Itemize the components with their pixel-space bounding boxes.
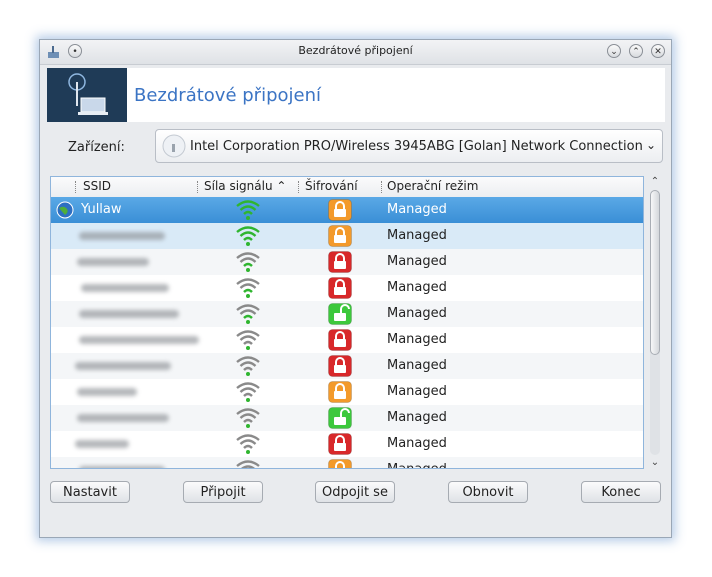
mode-cell: Managed bbox=[387, 358, 447, 373]
lock-icon bbox=[328, 225, 352, 251]
mode-cell: Managed bbox=[387, 306, 447, 321]
header-banner: Bezdrátové připojení bbox=[47, 68, 665, 122]
signal-strength-icon bbox=[235, 329, 261, 355]
table-scrollbar[interactable]: ⌃ ⌄ bbox=[649, 176, 661, 469]
signal-strength-icon bbox=[235, 381, 261, 407]
scroll-thumb[interactable] bbox=[650, 190, 660, 355]
device-label: Zařízení: bbox=[68, 140, 125, 155]
table-row[interactable]: Managed bbox=[51, 457, 643, 468]
ssid-redacted bbox=[77, 258, 149, 266]
lock-icon bbox=[328, 251, 352, 277]
mode-cell: Managed bbox=[387, 280, 447, 295]
column-header-mode[interactable]: Operační režim bbox=[387, 179, 478, 193]
title-bar[interactable]: • Bezdrátové připojení ⌄ ⌃ ✕ bbox=[40, 40, 671, 65]
table-row[interactable]: Managed bbox=[51, 431, 643, 457]
scroll-down-icon[interactable]: ⌄ bbox=[649, 457, 661, 469]
signal-strength-icon bbox=[235, 277, 261, 303]
table-row[interactable]: Managed bbox=[51, 301, 643, 327]
lock-icon bbox=[328, 277, 352, 303]
column-header-signal[interactable]: Síla signálu ⌃ bbox=[204, 179, 286, 193]
mode-cell: Managed bbox=[387, 332, 447, 347]
mode-cell: Managed bbox=[387, 436, 447, 451]
ssid-redacted bbox=[81, 284, 169, 292]
signal-strength-icon bbox=[235, 355, 261, 381]
ssid-redacted bbox=[79, 466, 165, 468]
lock-icon bbox=[328, 381, 352, 407]
unlocked-icon bbox=[328, 303, 352, 329]
close-icon[interactable]: ✕ bbox=[651, 44, 665, 58]
ssid-redacted bbox=[75, 440, 129, 448]
window-title: Bezdrátové připojení bbox=[298, 44, 413, 57]
chevron-down-icon: ⌄ bbox=[645, 138, 656, 152]
column-header-encryption[interactable]: Šifrování bbox=[305, 179, 358, 193]
mode-cell: Managed bbox=[387, 228, 447, 243]
signal-strength-icon bbox=[235, 459, 261, 468]
signal-strength-icon bbox=[235, 433, 261, 459]
connect-button[interactable]: Připojit bbox=[183, 481, 263, 503]
mode-cell: Managed bbox=[387, 202, 447, 217]
page-title: Bezdrátové připojení bbox=[134, 85, 321, 106]
signal-strength-icon bbox=[235, 225, 261, 251]
ssid-cell: Yullaw bbox=[81, 202, 122, 217]
table-header: SSID Síla signálu ⌃ Šifrování Operační r… bbox=[51, 177, 643, 198]
ssid-redacted bbox=[77, 414, 169, 422]
table-row[interactable]: Managed bbox=[51, 275, 643, 301]
lock-icon bbox=[328, 199, 352, 225]
device-select[interactable]: Intel Corporation PRO/Wireless 3945ABG [… bbox=[155, 129, 663, 163]
device-select-value: Intel Corporation PRO/Wireless 3945ABG [… bbox=[190, 139, 643, 154]
table-row[interactable]: Managed bbox=[51, 405, 643, 431]
mode-cell: Managed bbox=[387, 410, 447, 425]
table-row[interactable]: Managed bbox=[51, 249, 643, 275]
signal-strength-icon bbox=[235, 303, 261, 329]
mode-cell: Managed bbox=[387, 254, 447, 269]
signal-strength-icon bbox=[235, 199, 261, 225]
table-row[interactable]: Managed bbox=[51, 223, 643, 249]
lock-icon bbox=[328, 355, 352, 381]
network-table[interactable]: SSID Síla signálu ⌃ Šifrování Operační r… bbox=[50, 176, 644, 469]
minimize-icon[interactable]: ⌄ bbox=[607, 44, 621, 58]
mode-cell: Managed bbox=[387, 462, 447, 468]
connected-globe-icon bbox=[55, 200, 75, 224]
table-row[interactable]: Yullaw Managed bbox=[51, 197, 643, 223]
configure-button[interactable]: Nastavit bbox=[50, 481, 130, 503]
ssid-redacted bbox=[77, 388, 137, 396]
network-card-icon bbox=[162, 134, 186, 162]
ssid-redacted bbox=[75, 362, 171, 370]
unlocked-icon bbox=[328, 407, 352, 433]
quit-button[interactable]: Konec bbox=[581, 481, 661, 503]
column-header-ssid[interactable]: SSID bbox=[83, 179, 111, 193]
signal-strength-icon bbox=[235, 407, 261, 433]
refresh-button[interactable]: Obnovit bbox=[448, 481, 528, 503]
table-row[interactable]: Managed bbox=[51, 353, 643, 379]
lock-icon bbox=[328, 433, 352, 459]
table-row[interactable]: Managed bbox=[51, 379, 643, 405]
maximize-icon[interactable]: ⌃ bbox=[629, 44, 643, 58]
wireless-logo-icon bbox=[47, 68, 127, 122]
ssid-redacted bbox=[79, 232, 165, 240]
lock-icon bbox=[328, 459, 352, 468]
ssid-redacted bbox=[79, 336, 199, 344]
table-row[interactable]: Managed bbox=[51, 327, 643, 353]
scroll-up-icon[interactable]: ⌃ bbox=[649, 176, 661, 188]
main-window: • Bezdrátové připojení ⌄ ⌃ ✕ Bezdrátové … bbox=[39, 39, 672, 538]
disconnect-button[interactable]: Odpojit se bbox=[315, 481, 395, 503]
mode-cell: Managed bbox=[387, 384, 447, 399]
sort-ascending-icon: ⌃ bbox=[276, 179, 287, 193]
lock-icon bbox=[328, 329, 352, 355]
ssid-redacted bbox=[79, 310, 179, 318]
signal-strength-icon bbox=[235, 251, 261, 277]
